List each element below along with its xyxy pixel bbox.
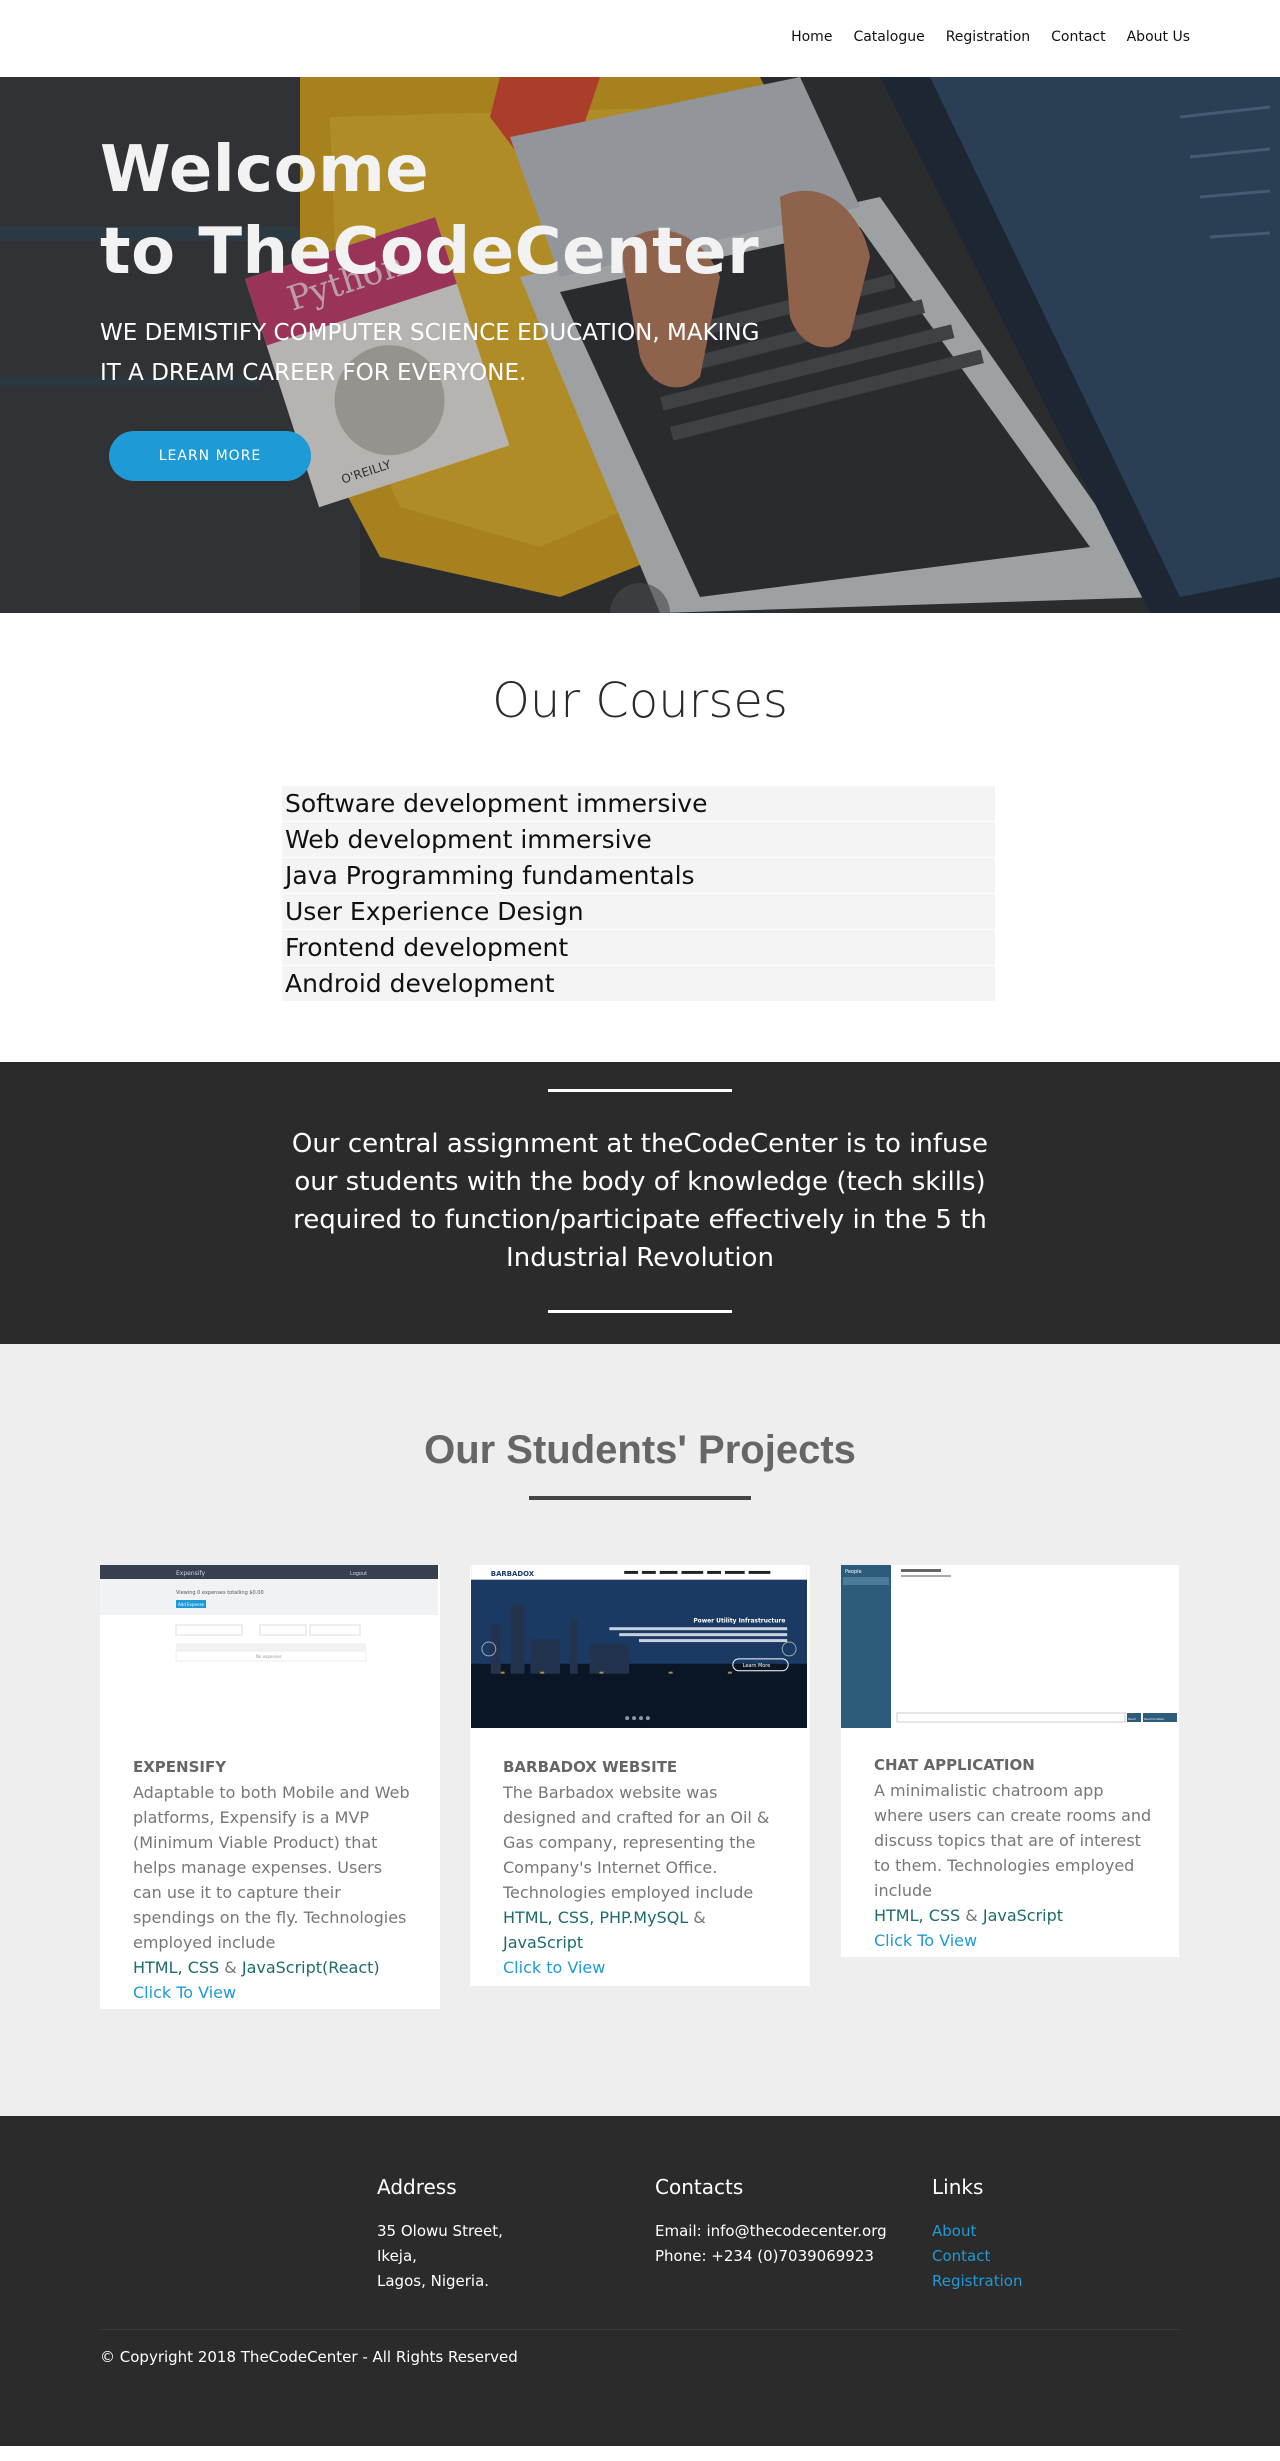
shot-sidebar-title: People: [845, 1569, 862, 1575]
project-card-chat: People Send Send location CHAT APPLICATI…: [841, 1565, 1179, 1957]
shot-send: Send: [1128, 1717, 1136, 1721]
mission-top-divider: [548, 1089, 732, 1092]
tech-separator: ,: [589, 1908, 600, 1927]
shot-empty: No expenses: [256, 1654, 282, 1659]
tech-php-mysql: PHP.MySQL: [599, 1908, 689, 1927]
project-description: A minimalistic chatroom app where users …: [874, 1781, 1152, 1900]
tech-javascript: JavaScript: [982, 1906, 1064, 1925]
address-line: Lagos, Nigeria.: [377, 2272, 490, 2290]
tech-html: HTML: [503, 1908, 548, 1927]
project-card-body: BARBADOX WEBSITE The Barbadox website wa…: [503, 1755, 783, 1980]
tech-ampersand: &: [688, 1908, 706, 1927]
nav-item-about-us: About Us: [1127, 28, 1190, 46]
footer-links-heading: Links: [932, 2175, 984, 2199]
courses-list: Software development immersive Web devel…: [282, 786, 995, 1002]
tech-html: HTML: [133, 1958, 178, 1977]
project-title: EXPENSIFY: [133, 1758, 227, 1776]
hero-title: Welcome to TheCodeCenter: [100, 129, 759, 293]
projects-heading-underline: [529, 1496, 751, 1500]
course-item: Software development immersive: [282, 786, 995, 822]
hero-tagline-line1: WE DEMISTIFY COMPUTER SCIENCE EDUCATION,…: [100, 320, 760, 346]
address-line: Ikeja,: [377, 2247, 417, 2265]
footer-link-contact[interactable]: Contact: [932, 2244, 1022, 2269]
shot-app-name: Expensify: [176, 1570, 205, 1577]
footer-divider: [100, 2329, 1180, 2330]
course-item: Android development: [282, 966, 995, 1002]
shot-brand: BARBADOX: [491, 1570, 535, 1578]
tech-ampersand: &: [960, 1906, 983, 1925]
footer-copyright: © Copyright 2018 TheCodeCenter - All Rig…: [100, 2348, 518, 2366]
tech-ampersand: &: [219, 1958, 242, 1977]
tech-html: HTML: [874, 1906, 919, 1925]
footer-phone: Phone: +234 (0)7039069923: [655, 2247, 874, 2265]
tech-css: CSS: [557, 1908, 590, 1927]
nav-link-contact[interactable]: Contact: [1051, 29, 1105, 45]
nav-item-contact: Contact: [1051, 28, 1105, 46]
project-card-barbadox: BARBADOX Power Utility Infrastructure Le…: [470, 1565, 810, 1986]
tech-javascript: JavaScript: [503, 1933, 584, 1952]
shot-headline: Power Utility Infrastructure: [693, 1618, 785, 1624]
shot-location: Send location: [1144, 1717, 1165, 1721]
project-card-body: CHAT APPLICATION A minimalistic chatroom…: [874, 1753, 1154, 1953]
nav-menu: Home Catalogue Registration Contact Abou…: [791, 28, 1190, 46]
mission-section: Our central assignment at theCodeCenter …: [0, 1062, 1280, 1344]
footer-contacts-heading: Contacts: [655, 2175, 744, 2199]
project-description: The Barbadox website was designed and cr…: [503, 1783, 770, 1902]
hero-tagline-line2: IT A DREAM CAREER FOR EVERYONE.: [100, 360, 527, 386]
tech-separator: ,: [918, 1906, 929, 1925]
nav-link-about-us[interactable]: About Us: [1127, 29, 1190, 45]
nav-item-catalogue: Catalogue: [853, 28, 924, 46]
hero-title-line2: to TheCodeCenter: [100, 215, 760, 289]
address-line: 35 Olowu Street,: [377, 2222, 503, 2240]
projects-section: Our Students' Projects Expensify Logout …: [0, 1344, 1280, 2116]
tech-separator: ,: [177, 1958, 188, 1977]
footer-links-column: Links About Contact Registration: [932, 2175, 1022, 2294]
project-description: Adaptable to both Mobile and Web platfor…: [133, 1783, 410, 1952]
course-item: Java Programming fundamentals: [282, 858, 995, 894]
courses-section: Our Courses Software development immersi…: [0, 613, 1280, 1062]
footer-link-about[interactable]: About: [932, 2219, 1022, 2244]
learn-more-button[interactable]: LEARN MORE: [109, 431, 311, 481]
tech-css: CSS: [187, 1958, 220, 1977]
course-item: Web development immersive: [282, 822, 995, 858]
site-footer: Address 35 Olowu Street, Ikeja, Lagos, N…: [0, 2116, 1280, 2446]
courses-heading: Our Courses: [492, 673, 788, 729]
barbadox-screenshot[interactable]: BARBADOX Power Utility Infrastructure Le…: [470, 1565, 808, 1728]
click-to-view-link[interactable]: Click To View: [874, 1928, 1154, 1953]
footer-address-heading: Address: [377, 2175, 457, 2199]
nav-link-home[interactable]: Home: [791, 29, 832, 45]
expensify-screenshot[interactable]: Expensify Logout Viewing 0 expenses tota…: [100, 1565, 438, 1728]
shot-summary: Viewing 0 expenses totalling $0.00: [176, 1590, 264, 1596]
tech-javascript-react: JavaScript(React): [241, 1958, 380, 1977]
shot-add-button: Add Expense: [178, 1602, 205, 1607]
click-to-view-link[interactable]: Click to View: [503, 1955, 783, 1980]
footer-link-registration[interactable]: Registration: [932, 2269, 1022, 2294]
course-item: Frontend development: [282, 930, 995, 966]
nav-item-home: Home: [791, 28, 832, 46]
footer-email: Email: info@thecodecenter.org: [655, 2222, 887, 2240]
top-navbar: Home Catalogue Registration Contact Abou…: [0, 0, 1280, 77]
project-title: BARBADOX WEBSITE: [503, 1758, 678, 1776]
hero-tagline: WE DEMISTIFY COMPUTER SCIENCE EDUCATION,…: [100, 313, 860, 393]
hero-banner: Python O'REILLY Welcome to TheCodeCenter…: [0, 77, 1280, 613]
tech-separator: ,: [547, 1908, 558, 1927]
projects-heading: Our Students' Projects: [424, 1428, 856, 1472]
mission-bottom-divider: [548, 1310, 732, 1313]
project-title: CHAT APPLICATION: [874, 1756, 1035, 1774]
shot-learn-more: Learn More: [743, 1663, 771, 1669]
footer-contacts-column: Contacts Email: info@thecodecenter.org P…: [655, 2175, 887, 2269]
footer-address-column: Address 35 Olowu Street, Ikeja, Lagos, N…: [377, 2175, 503, 2294]
nav-item-registration: Registration: [946, 28, 1030, 46]
mission-statement: Our central assignment at theCodeCenter …: [291, 1129, 989, 1273]
nav-link-catalogue[interactable]: Catalogue: [853, 29, 924, 45]
tech-css: CSS: [928, 1906, 961, 1925]
nav-link-registration[interactable]: Registration: [946, 29, 1030, 45]
chat-app-screenshot[interactable]: People Send Send location: [841, 1565, 1179, 1728]
click-to-view-link[interactable]: Click To View: [133, 1980, 413, 2005]
shot-logout: Logout: [350, 1571, 367, 1577]
hero-title-line1: Welcome: [100, 133, 430, 207]
project-card-expensify: Expensify Logout Viewing 0 expenses tota…: [100, 1565, 440, 2009]
project-card-body: EXPENSIFY Adaptable to both Mobile and W…: [133, 1755, 413, 2005]
course-item: User Experience Design: [282, 894, 995, 930]
